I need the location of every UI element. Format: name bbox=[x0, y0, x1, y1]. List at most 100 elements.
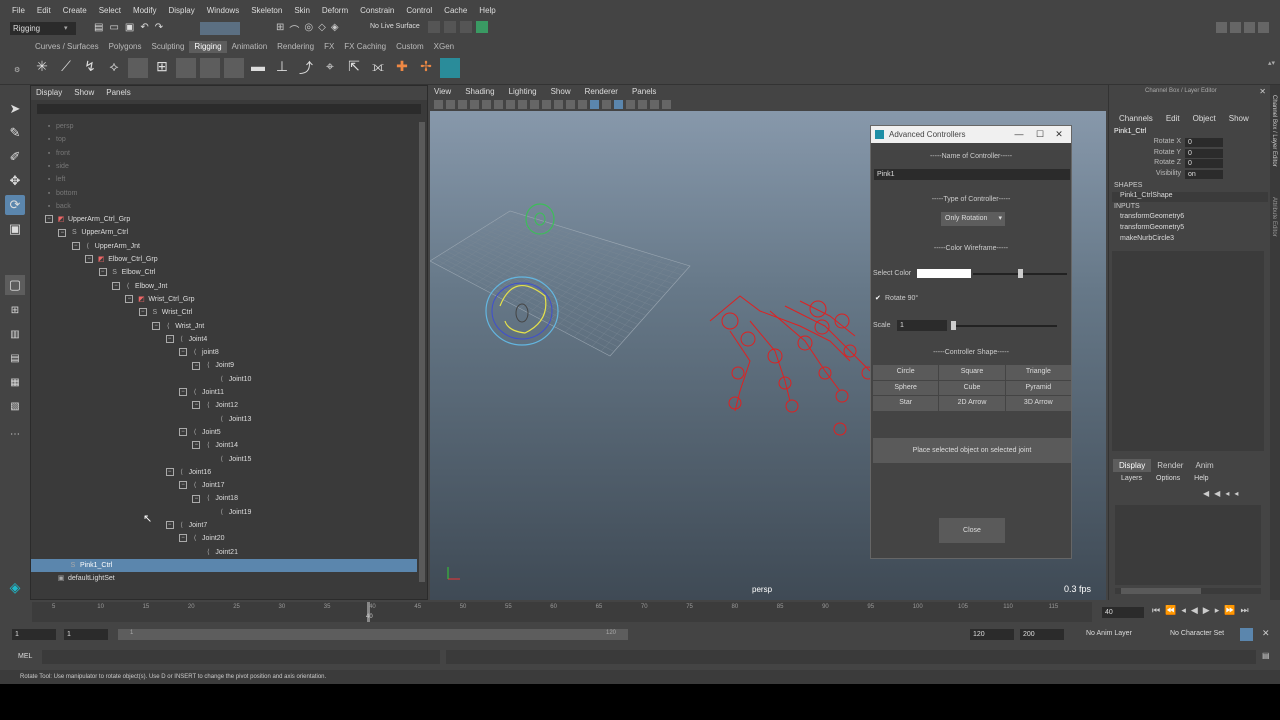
outliner-item[interactable]: − ⟨ Wrist_Jnt bbox=[152, 320, 204, 333]
shelf-tab[interactable]: Custom bbox=[391, 41, 429, 53]
shelf-scroll-icon[interactable]: ▴▾ bbox=[1268, 59, 1275, 79]
shape-2d-arrow-button[interactable]: 2D Arrow bbox=[939, 396, 1005, 411]
input-node[interactable]: transformGeometry5 bbox=[1120, 224, 1184, 231]
channel-menu-show[interactable]: Show bbox=[1229, 114, 1249, 123]
textured-icon[interactable] bbox=[602, 100, 611, 109]
menu-edit[interactable]: Edit bbox=[31, 6, 57, 15]
dialog-titlebar[interactable]: Advanced Controllers — ☐ ✕ bbox=[871, 126, 1071, 143]
menu-skin[interactable]: Skin bbox=[288, 6, 316, 15]
aim-constraint-icon[interactable]: ⤴ bbox=[296, 58, 316, 78]
attribute-editor-side-tab[interactable]: Attribute Editor bbox=[1271, 197, 1277, 237]
viewport-menu-view[interactable]: View bbox=[434, 85, 451, 99]
channel-box-side-tab[interactable]: Channel Box / Layer Editor bbox=[1271, 95, 1277, 167]
layer-tab-anim[interactable]: Anim bbox=[1189, 459, 1219, 472]
new-scene-icon[interactable]: ▤ bbox=[94, 22, 103, 36]
safe-action-icon[interactable] bbox=[542, 100, 551, 109]
outliner-scroll-thumb[interactable] bbox=[419, 122, 425, 582]
viewport-menu-panels[interactable]: Panels bbox=[632, 85, 656, 99]
gate-mask-icon[interactable] bbox=[518, 100, 527, 109]
toggle-modeling-toolkit-icon[interactable] bbox=[1216, 22, 1227, 33]
layout-four-icon[interactable]: ⊞ bbox=[5, 301, 25, 321]
ik-spline-icon[interactable]: ↯ bbox=[80, 58, 100, 78]
step-back-frame-icon[interactable]: ◂ bbox=[1181, 605, 1186, 616]
outliner-item[interactable]: − ⟨ Joint18 bbox=[192, 492, 238, 505]
xray-icon[interactable] bbox=[650, 100, 659, 109]
safe-title-icon[interactable] bbox=[554, 100, 563, 109]
channel-attr-value[interactable]: 0 bbox=[1185, 138, 1223, 147]
outliner-item[interactable]: ▣ defaultLightSet bbox=[57, 572, 115, 585]
outliner-item[interactable]: − ⟨ Joint17 bbox=[179, 479, 225, 492]
collapse-icon[interactable]: − bbox=[192, 361, 201, 370]
new-layer-icon[interactable]: ◂ bbox=[1225, 489, 1229, 498]
isolate-select-icon[interactable] bbox=[638, 100, 647, 109]
outliner-menu-display[interactable]: Display bbox=[36, 86, 62, 100]
outliner-menu-panels[interactable]: Panels bbox=[106, 86, 130, 100]
viewport-menu-show[interactable]: Show bbox=[551, 85, 571, 99]
outliner-item[interactable]: ▫ front bbox=[45, 147, 70, 160]
custom-controller-icon[interactable]: ✢ bbox=[416, 58, 436, 78]
shape-circle-button[interactable]: Circle bbox=[873, 365, 939, 380]
place-on-joint-button[interactable]: Place selected object on selected joint bbox=[873, 438, 1071, 463]
layout-more-icon[interactable]: ⋯ bbox=[5, 425, 25, 445]
outliner-item[interactable]: ⟨ Joint13 bbox=[218, 413, 251, 426]
shelf-menu-icon[interactable]: ⚙ bbox=[14, 66, 20, 74]
scale-input[interactable]: 1 bbox=[897, 320, 947, 331]
channel-menu-edit[interactable]: Edit bbox=[1166, 114, 1180, 123]
shelf-tab[interactable]: Animation bbox=[227, 41, 273, 53]
wireframe-on-shaded-icon[interactable] bbox=[590, 100, 599, 109]
shelf-tab[interactable]: FX bbox=[319, 41, 339, 53]
outliner-menu-show[interactable]: Show bbox=[74, 86, 94, 100]
collapse-icon[interactable]: − bbox=[152, 321, 161, 330]
smooth-skin-icon[interactable] bbox=[200, 58, 220, 78]
outliner-item[interactable]: − S Wrist_Ctrl bbox=[138, 306, 192, 319]
outliner-item[interactable]: − ⟨ Joint16 bbox=[165, 466, 211, 479]
bind-skin-icon[interactable]: ⊞ bbox=[152, 58, 172, 78]
go-to-end-icon[interactable]: ⏭ bbox=[1240, 605, 1248, 616]
scale-constraint-icon[interactable]: ⇱ bbox=[344, 58, 364, 78]
rotate-checkbox[interactable]: ✔ bbox=[875, 294, 881, 302]
hik-icon[interactable] bbox=[128, 58, 148, 78]
outliner-item[interactable]: ⟨ Joint19 bbox=[218, 506, 251, 519]
layer-tab-render[interactable]: Render bbox=[1151, 459, 1189, 472]
outliner-item[interactable]: ▫ top bbox=[45, 133, 66, 146]
collapse-icon[interactable]: − bbox=[179, 388, 187, 397]
layout-graph-icon[interactable]: ▦ bbox=[5, 373, 25, 393]
current-frame-input[interactable]: 40 bbox=[1102, 607, 1144, 618]
move-layer-down-icon[interactable]: ◀ bbox=[1214, 489, 1220, 498]
shelf-tab[interactable]: Curves / Surfaces bbox=[30, 41, 104, 53]
shelf-tab[interactable]: FX Caching bbox=[339, 41, 391, 53]
channel-attr-name[interactable]: Rotate Y bbox=[1121, 149, 1181, 156]
viewport-menu-renderer[interactable]: Renderer bbox=[585, 85, 618, 99]
viewport-menu-shading[interactable]: Shading bbox=[465, 85, 494, 99]
redo-icon[interactable]: ↷ bbox=[155, 22, 163, 36]
shelf-tab[interactable]: Sculpting bbox=[147, 41, 190, 53]
outliner-item[interactable]: ⟨ Joint15 bbox=[218, 453, 251, 466]
channel-menu-object[interactable]: Object bbox=[1193, 114, 1216, 123]
collapse-icon[interactable]: − bbox=[58, 228, 67, 237]
menu-modify[interactable]: Modify bbox=[127, 6, 163, 15]
shape-sphere-button[interactable]: Sphere bbox=[873, 380, 939, 396]
outliner-item[interactable]: ▫ left bbox=[45, 173, 66, 186]
layer-hscrollbar[interactable] bbox=[1115, 588, 1261, 594]
outliner-item[interactable]: ⟨ Joint10 bbox=[218, 373, 251, 386]
collapse-icon[interactable]: − bbox=[138, 308, 147, 317]
shelf-tab[interactable]: XGen bbox=[429, 41, 459, 53]
collapse-icon[interactable]: − bbox=[98, 268, 107, 277]
shape-square-button[interactable]: Square bbox=[939, 365, 1005, 380]
menu-display[interactable]: Display bbox=[163, 6, 201, 15]
move-layer-up-icon[interactable]: ◀ bbox=[1203, 489, 1209, 498]
outliner-item[interactable]: − ⟨ Joint20 bbox=[179, 532, 225, 545]
menu-help[interactable]: Help bbox=[473, 6, 501, 15]
step-forward-key-icon[interactable]: ⏩ bbox=[1224, 605, 1235, 616]
menu-skeleton[interactable]: Skeleton bbox=[245, 6, 288, 15]
move-tool-icon[interactable]: ✥ bbox=[5, 171, 25, 191]
channel-attr-value[interactable]: 0 bbox=[1185, 159, 1223, 168]
time-slider[interactable]: 40 5 10 15 20 25 30 35 40 45 50 55 60 65 70 75 80 85 90 95… bbox=[0, 600, 1280, 625]
minimize-icon[interactable]: — bbox=[1009, 126, 1029, 143]
ik-handle-icon[interactable]: ⟋ bbox=[56, 58, 76, 78]
wireframe-icon[interactable] bbox=[566, 100, 575, 109]
shape-cube-button[interactable]: Cube bbox=[939, 380, 1005, 396]
outliner-item[interactable]: − S UpperArm_Ctrl bbox=[58, 226, 128, 239]
outliner-item[interactable]: − ⟨ Joint14 bbox=[192, 439, 238, 452]
shape-triangle-button[interactable]: Triangle bbox=[1005, 365, 1071, 380]
